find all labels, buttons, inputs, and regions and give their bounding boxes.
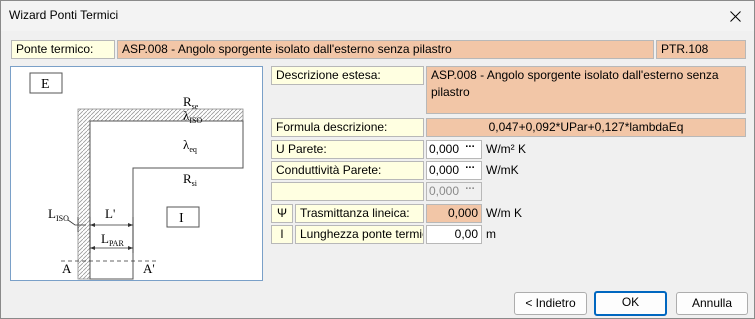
label-aprime: A' — [143, 261, 155, 276]
cancel-button[interactable]: Annulla — [676, 292, 748, 315]
extended-description-value[interactable]: ASP.008 - Angolo sporgente isolato dall'… — [426, 66, 746, 114]
empty-parameter-more-button: ··· — [465, 183, 475, 195]
formula-value[interactable]: 0,047+0,092*UPar+0,127*lambdaEq — [426, 118, 746, 137]
bridge-length-input[interactable]: 0,00 — [426, 225, 482, 244]
length-symbol: l — [271, 225, 293, 244]
conductivity-unit: W/mK — [486, 163, 519, 177]
close-button[interactable] — [722, 4, 748, 28]
bridge-length-label: Lunghezza ponte termico: — [295, 225, 424, 244]
ok-button[interactable]: OK — [594, 291, 667, 316]
u-wall-unit: W/m² K — [486, 142, 526, 156]
conductivity-label: Conduttività Parete: — [271, 161, 424, 180]
thermal-bridge-diagram: E I Rse λISO λeq Rsi LISO L' LPAR A A' — [10, 66, 263, 281]
wall-outline — [89, 120, 244, 280]
close-icon — [729, 10, 741, 22]
label-i: I — [179, 211, 184, 226]
u-wall-label: U Parete: — [271, 140, 424, 159]
label-rsi: Rsi — [183, 171, 198, 188]
u-wall-input[interactable]: 0,000 ··· — [426, 140, 482, 159]
empty-parameter-input: 0,000 ··· — [426, 182, 482, 201]
label-a: A — [62, 261, 72, 276]
u-wall-more-button[interactable]: ··· — [461, 142, 479, 156]
wizard-dialog: Wizard Ponti Termici Ponte termico: ASP.… — [0, 0, 755, 319]
window-title: Wizard Ponti Termici — [9, 8, 119, 22]
diagram-drawing: E I Rse λISO λeq Rsi LISO L' LPAR A A' — [29, 72, 244, 280]
conductivity-more-button[interactable]: ··· — [461, 163, 479, 177]
linear-transmittance-label: Trasmittanza lineica: — [295, 204, 424, 223]
formula-label: Formula descrizione: — [271, 118, 424, 137]
conductivity-input[interactable]: 0,000 ··· — [426, 161, 482, 180]
extended-description-label: Descrizione estesa: — [271, 66, 424, 85]
back-button[interactable]: < Indietro — [514, 292, 587, 315]
empty-parameter-label — [271, 182, 424, 201]
thermal-bridge-label: Ponte termico: — [11, 40, 115, 59]
thermal-bridge-code[interactable]: PTR.108 — [656, 40, 746, 59]
thermal-bridge-description[interactable]: ASP.008 - Angolo sporgente isolato dall'… — [117, 40, 654, 59]
title-bar: Wizard Ponti Termici — [1, 1, 754, 31]
label-lprime: L' — [105, 206, 115, 221]
linear-transmittance-value[interactable]: 0,000 — [426, 204, 482, 223]
psi-symbol: Ψ — [271, 204, 293, 223]
linear-transmittance-unit: W/m K — [486, 206, 522, 220]
label-e: E — [41, 77, 50, 92]
bridge-length-unit: m — [486, 227, 496, 241]
label-liso-dim: LISO — [48, 206, 69, 223]
